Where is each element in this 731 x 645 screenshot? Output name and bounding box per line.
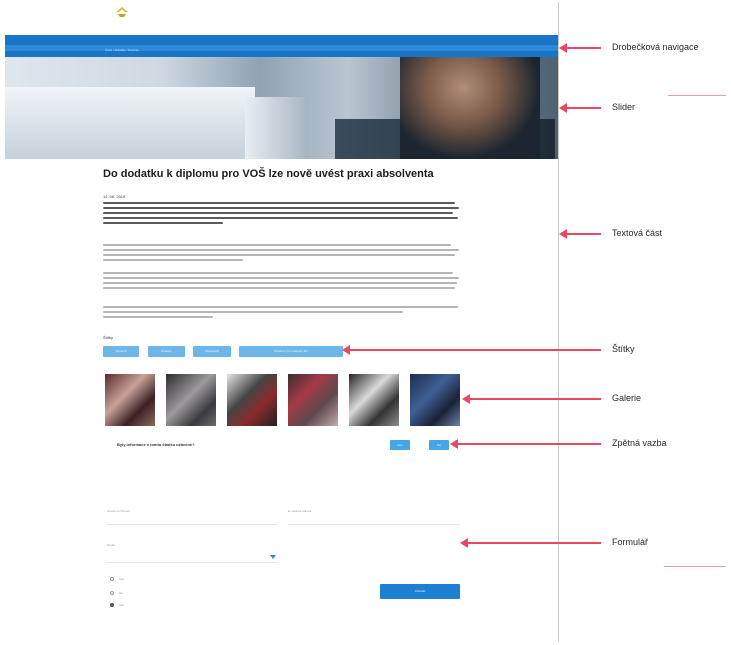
gallery-image[interactable] [410, 374, 460, 426]
name-field[interactable] [107, 524, 277, 525]
annotation-text: Textová část [612, 228, 663, 238]
gallery-image[interactable] [288, 374, 338, 426]
gallery-image[interactable] [349, 374, 399, 426]
annotation-deco-line [664, 566, 726, 567]
gallery-image[interactable] [166, 374, 216, 426]
hero-slider[interactable] [5, 57, 558, 159]
annotation-arrow [342, 345, 601, 355]
email-field-label: E-mailová adresa [288, 509, 312, 513]
tag-item[interactable]: Studenti [103, 346, 139, 357]
article-paragraph-2 [103, 272, 465, 292]
annotation-arrow [559, 229, 601, 239]
tag-item[interactable]: Absolventi [193, 346, 231, 357]
feedback-question: Byly informace v tomto článku užitečné? [117, 442, 195, 447]
annotation-form: Formulář [612, 537, 649, 547]
tag-item[interactable]: Praktiky [148, 346, 185, 357]
radio-option-checked[interactable] [110, 603, 114, 607]
tags-label: Štítky [103, 335, 114, 340]
slider-person-image [400, 57, 540, 159]
annotation-arrow [450, 439, 601, 449]
annotation-gallery: Galerie [612, 393, 642, 403]
logo-icon[interactable] [115, 6, 129, 18]
annotation-slider: Slider [612, 102, 636, 112]
chevron-down-icon[interactable] [270, 555, 276, 559]
breadcrumb[interactable]: Úvod / Aktuality / Novinky [105, 48, 139, 52]
tag-item[interactable]: Prostory pro studenty EU [239, 346, 343, 357]
breadcrumb-strip [5, 45, 558, 51]
radio-label: Ano [119, 603, 125, 607]
radio-option[interactable] [110, 577, 114, 581]
gallery [105, 374, 465, 426]
slider-board [5, 87, 255, 159]
annotation-tags: Štítky [612, 344, 635, 354]
page-mockup: Úvod / Aktuality / Novinky Do dodatku k … [5, 2, 559, 642]
annotation-arrow [559, 103, 601, 113]
annotation-breadcrumb: Drobečková navigace [612, 42, 699, 52]
annotation-deco-line [668, 95, 726, 96]
gallery-image[interactable] [105, 374, 155, 426]
email-field[interactable] [288, 524, 460, 525]
select-label: Zvolte [107, 543, 116, 547]
topic-select[interactable] [107, 562, 277, 563]
article-paragraph-3 [103, 306, 465, 321]
breadcrumb-bar: Úvod / Aktuality / Novinky [5, 35, 558, 57]
radio-label: Ne [119, 591, 123, 595]
feedback-no-button[interactable]: Ne [429, 440, 449, 450]
article-date: 12. 06. 2019 [103, 194, 126, 199]
annotation-arrow [559, 43, 601, 53]
annotation-arrow [460, 538, 601, 548]
radio-option[interactable] [110, 591, 114, 595]
radio-label: Ano [119, 577, 125, 581]
feedback-yes-button[interactable]: Ano [390, 440, 410, 450]
slider-light [245, 97, 305, 159]
submit-button[interactable]: Odeslat [380, 584, 460, 599]
annotation-feedback: Zpětná vazba [612, 438, 667, 448]
annotation-arrow [462, 394, 601, 404]
article-title: Do dodatku k diplomu pro VOŠ lze nově uv… [103, 168, 434, 180]
article-paragraph-1 [103, 244, 465, 264]
article-lead [103, 202, 465, 227]
gallery-image[interactable] [227, 374, 277, 426]
name-field-label: Jméno a příjmení [107, 509, 131, 513]
